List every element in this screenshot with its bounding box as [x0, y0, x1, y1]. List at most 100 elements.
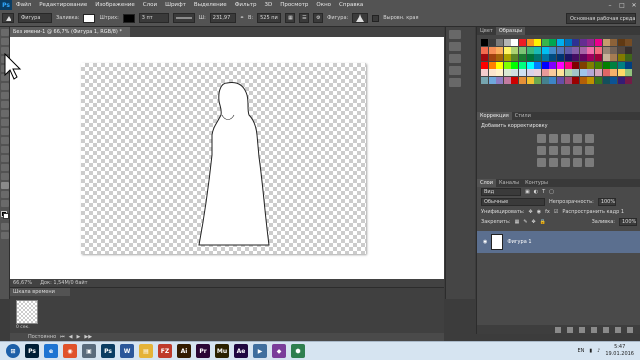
color-swatch[interactable]: [564, 61, 572, 69]
fill-swatch[interactable]: [83, 13, 96, 23]
color-swatch[interactable]: [481, 61, 488, 69]
color-swatch[interactable]: [625, 61, 633, 69]
color-swatch[interactable]: [587, 46, 595, 54]
black-white-icon[interactable]: [561, 146, 570, 155]
color-swatch[interactable]: [488, 39, 496, 46]
paragraph-panel-icon[interactable]: [449, 78, 461, 87]
tab-color[interactable]: Цвет: [477, 27, 496, 35]
color-swatch[interactable]: [496, 46, 504, 54]
history-panel-icon[interactable]: [449, 30, 461, 39]
color-swatch[interactable]: [488, 76, 496, 84]
color-swatch[interactable]: [610, 46, 618, 54]
canvas-area[interactable]: [4, 37, 444, 279]
levels-icon[interactable]: [549, 134, 558, 143]
color-swatch[interactable]: [625, 76, 633, 84]
blend-mode-select[interactable]: Обычные: [481, 198, 545, 206]
taskbar-app-icon[interactable]: ▣: [82, 344, 96, 358]
color-swatch[interactable]: [556, 76, 564, 84]
color-swatch[interactable]: [594, 54, 602, 62]
color-swatch[interactable]: [617, 54, 625, 62]
color-swatch[interactable]: [556, 46, 564, 54]
filter-adjust-icon[interactable]: ◐: [534, 189, 538, 195]
taskbar-app-icon[interactable]: FZ: [158, 344, 172, 358]
lock-pixels-icon[interactable]: ▦: [515, 219, 520, 225]
dress-silhouette-shape[interactable]: [81, 63, 366, 254]
color-swatch[interactable]: [518, 46, 526, 54]
color-swatch[interactable]: [541, 76, 549, 84]
color-swatch[interactable]: [625, 46, 633, 54]
color-swatch[interactable]: [617, 69, 625, 77]
color-swatch[interactable]: [488, 69, 496, 77]
align-edges-checkbox[interactable]: [372, 14, 380, 22]
color-swatch[interactable]: [496, 69, 504, 77]
shape-tool-icon[interactable]: [1, 182, 9, 189]
color-swatch[interactable]: [541, 46, 549, 54]
tool-mode-select[interactable]: Фигура: [18, 13, 52, 23]
workspace-select[interactable]: Основная рабочая среда: [566, 13, 636, 24]
stamp-tool-icon[interactable]: [1, 101, 9, 108]
brush-panel-icon[interactable]: [449, 54, 461, 63]
color-swatch[interactable]: [488, 61, 496, 69]
color-swatch[interactable]: [556, 39, 564, 46]
color-swatch[interactable]: [518, 69, 526, 77]
layer-style-icon[interactable]: [567, 326, 573, 333]
quick-mask-icon[interactable]: [1, 223, 9, 230]
menu-type[interactable]: Шрифт: [161, 2, 190, 8]
color-swatch[interactable]: [610, 54, 618, 62]
path-align-icon[interactable]: ☰: [299, 13, 310, 23]
timeline-tab[interactable]: Шкала времени: [10, 288, 70, 296]
color-swatch[interactable]: [572, 61, 580, 69]
color-swatch[interactable]: [564, 54, 572, 62]
color-swatch[interactable]: [579, 76, 587, 84]
color-swatch[interactable]: [594, 76, 602, 84]
taskbar-app-icon[interactable]: ◉: [63, 344, 77, 358]
color-swatch[interactable]: [549, 46, 557, 54]
stroke-swatch[interactable]: [122, 13, 135, 23]
color-swatch[interactable]: [526, 76, 534, 84]
new-adjustment-icon[interactable]: [591, 326, 597, 333]
document-canvas[interactable]: [81, 63, 366, 254]
color-swatch[interactable]: [526, 69, 534, 77]
unify-position-icon[interactable]: ✥: [529, 209, 533, 215]
color-swatch[interactable]: [511, 69, 519, 77]
color-swatch[interactable]: [594, 46, 602, 54]
color-swatch[interactable]: [549, 76, 557, 84]
color-swatch[interactable]: [572, 46, 580, 54]
path-arrange-icon[interactable]: ⚙: [313, 13, 324, 23]
language-indicator[interactable]: EN: [577, 348, 584, 354]
color-balance-icon[interactable]: [549, 146, 558, 155]
screen-mode-icon[interactable]: [1, 232, 9, 239]
color-swatch[interactable]: [511, 46, 519, 54]
color-swatch[interactable]: [518, 39, 526, 46]
curves-icon[interactable]: [561, 134, 570, 143]
new-group-icon[interactable]: [603, 326, 609, 333]
path-select-tool-icon[interactable]: [1, 173, 9, 180]
color-swatch[interactable]: [572, 76, 580, 84]
color-swatch[interactable]: [564, 69, 572, 77]
taskbar-app-icon[interactable]: W: [120, 344, 134, 358]
gradient-tool-icon[interactable]: [1, 128, 9, 135]
color-swatch[interactable]: [572, 39, 580, 46]
vibrance-icon[interactable]: [585, 134, 594, 143]
color-swatch[interactable]: [617, 61, 625, 69]
menu-window[interactable]: Окно: [312, 2, 335, 8]
color-swatch[interactable]: [534, 76, 542, 84]
color-swatch[interactable]: [534, 39, 542, 46]
color-swatch[interactable]: [511, 61, 519, 69]
color-swatch[interactable]: [534, 69, 542, 77]
loop-select[interactable]: Постоянно: [28, 334, 56, 340]
taskbar-app-icon[interactable]: ▤: [139, 344, 153, 358]
color-swatch[interactable]: [610, 69, 618, 77]
taskbar-app-icon[interactable]: Ae: [234, 344, 248, 358]
color-swatch[interactable]: [564, 46, 572, 54]
color-swatch[interactable]: [488, 54, 496, 62]
menu-view[interactable]: Просмотр: [276, 2, 312, 8]
color-swatch[interactable]: [496, 61, 504, 69]
color-swatch[interactable]: [503, 46, 511, 54]
color-swatch[interactable]: [526, 54, 534, 62]
document-tab[interactable]: Без имени-1 @ 66,7% (Фигура 1, RGB/8) *: [10, 27, 130, 37]
color-swatch[interactable]: [579, 46, 587, 54]
color-swatch[interactable]: [610, 61, 618, 69]
menu-layers[interactable]: Слои: [139, 2, 161, 8]
color-swatch[interactable]: [534, 46, 542, 54]
